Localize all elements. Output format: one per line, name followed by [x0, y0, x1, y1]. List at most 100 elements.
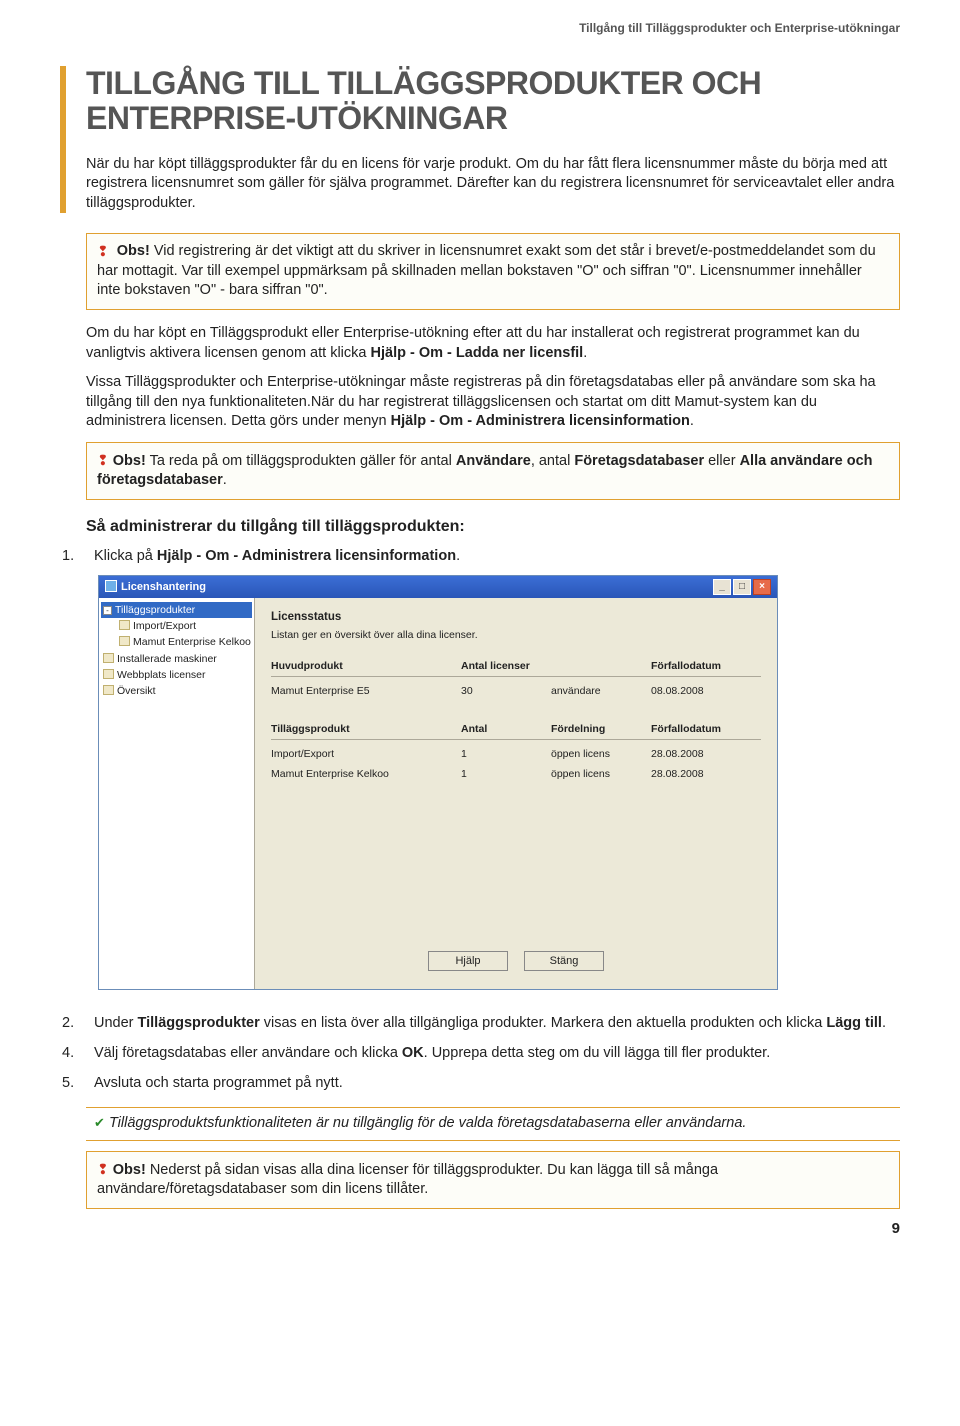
step-1: 1. Klicka på Hjälp - Om - Administrera l…	[60, 547, 900, 1004]
page-title: TILLGÅNG TILL TILLÄGGSPRODUKTER OCH ENTE…	[86, 66, 900, 136]
cell: öppen licens	[551, 767, 651, 781]
step-2: 2. Under Tilläggsprodukter visas en list…	[60, 1014, 900, 1034]
doc-icon	[103, 653, 114, 663]
cell: användare	[551, 684, 651, 698]
obs-callout-2: ❢ Obs! Ta reda på om tilläggsprodukten g…	[86, 442, 900, 500]
cell: 28.08.2008	[651, 747, 761, 761]
intro-paragraph: När du har köpt tilläggsprodukter får du…	[86, 155, 900, 214]
paragraph-3: Vissa Tilläggsprodukter och Enterprise-u…	[86, 373, 900, 432]
tree-item[interactable]: Översikt	[101, 683, 252, 699]
cell: Import/Export	[271, 747, 461, 761]
app-icon	[105, 580, 117, 592]
tree-label: Installerade maskiner	[117, 653, 217, 665]
text: eller	[704, 453, 739, 469]
tree-label: Mamut Enterprise Kelkoo	[133, 636, 251, 648]
close-button[interactable]: ×	[753, 579, 771, 595]
paragraph-2: Om du har köpt en Tilläggsprodukt eller …	[86, 324, 900, 363]
success-text: Tilläggsproduktsfunktionaliteten är nu t…	[109, 1115, 746, 1131]
col-header: Förfallodatum	[651, 659, 761, 673]
text: . Upprepa detta steg om du vill lägga ti…	[424, 1045, 771, 1061]
obs-callout-1: ❢ Obs! Vid registrering är det viktigt a…	[86, 233, 900, 310]
check-icon: ✔	[94, 1115, 105, 1130]
col-header: Fördelning	[551, 722, 651, 736]
step-4: 4. Välj företagsdatabas eller användare …	[60, 1044, 900, 1064]
title-block: TILLGÅNG TILL TILLÄGGSPRODUKTER OCH ENTE…	[60, 66, 900, 213]
col-header	[551, 659, 651, 673]
window-title: Licenshantering	[121, 581, 206, 593]
doc-icon	[119, 636, 130, 646]
table2-header: Tilläggsprodukt Antal Fördelning Förfall…	[271, 719, 761, 740]
cell: Mamut Enterprise Kelkoo	[271, 767, 461, 781]
text: .	[583, 345, 587, 361]
col-header: Antal licenser	[461, 659, 551, 673]
cell: 28.08.2008	[651, 767, 761, 781]
text: Klicka på	[94, 548, 157, 564]
tree-label: Import/Export	[133, 620, 196, 632]
tree-label: Översikt	[117, 685, 156, 697]
steps-heading: Så administrerar du tillgång till tilläg…	[86, 516, 900, 538]
cell: 30	[461, 684, 551, 698]
content-desc: Listan ger en översikt över alla dina li…	[271, 628, 761, 642]
window-titlebar: Licenshantering _ □ ×	[99, 576, 777, 598]
tree-item[interactable]: Mamut Enterprise Kelkoo	[101, 634, 252, 650]
tree-label: Tilläggsprodukter	[115, 604, 195, 616]
doc-icon	[119, 620, 130, 630]
content-pane: Licensstatus Listan ger en översikt över…	[255, 598, 777, 989]
tree-item[interactable]: Installerade maskiner	[101, 651, 252, 667]
tree-item[interactable]: Import/Export	[101, 618, 252, 634]
col-header: Huvudprodukt	[271, 659, 461, 673]
obs-text: Nederst på sidan visas alla dina license…	[97, 1162, 718, 1198]
text: .	[223, 472, 227, 488]
col-header: Antal	[461, 722, 551, 736]
cell: 1	[461, 767, 551, 781]
pin-icon: ❢	[97, 242, 109, 261]
table1-row: Mamut Enterprise E5 30 användare 08.08.2…	[271, 681, 761, 701]
obs-callout-3: ❢ Obs! Nederst på sidan visas alla dina …	[86, 1151, 900, 1209]
tree-item[interactable]: Webbplats licenser	[101, 667, 252, 683]
table1-header: Huvudprodukt Antal licenser Förfallodatu…	[271, 656, 761, 677]
text: Under	[94, 1015, 138, 1031]
cell: 08.08.2008	[651, 684, 761, 698]
button-row: Hjälp Stäng	[271, 945, 761, 982]
obs-label: Obs!	[117, 243, 150, 259]
text: , antal	[531, 453, 575, 469]
pin-icon: ❢	[97, 452, 109, 468]
obs-label: Obs!	[113, 453, 146, 469]
doc-icon	[103, 685, 114, 695]
menu-path: Hjälp - Om - Ladda ner licensfil	[371, 345, 584, 361]
obs-label: Obs!	[113, 1162, 146, 1178]
step-number: 5.	[60, 1074, 94, 1094]
button-name: OK	[402, 1045, 424, 1061]
cell: öppen licens	[551, 747, 651, 761]
term: Tilläggsprodukter	[138, 1015, 260, 1031]
text: Välj företagsdatabas eller användare och…	[94, 1045, 402, 1061]
tree-root[interactable]: -Tilläggsprodukter	[101, 602, 252, 618]
text: Ta reda på om tilläggsprodukten gäller f…	[146, 453, 456, 469]
doc-icon	[103, 669, 114, 679]
text: visas en lista över alla tillgängliga pr…	[260, 1015, 827, 1031]
col-header: Förfallodatum	[651, 722, 761, 736]
step-number: 1.	[60, 547, 94, 1004]
help-button[interactable]: Hjälp	[428, 951, 508, 972]
table2-row: Mamut Enterprise Kelkoo 1 öppen licens 2…	[271, 764, 761, 784]
step-number: 4.	[60, 1044, 94, 1064]
cell: Mamut Enterprise E5	[271, 684, 461, 698]
license-window: Licenshantering _ □ × -Tilläggsprodukter…	[98, 575, 778, 990]
tree-nav[interactable]: -Tilläggsprodukter Import/Export Mamut E…	[99, 598, 255, 989]
text: .	[882, 1015, 886, 1031]
content-heading: Licensstatus	[271, 610, 761, 626]
maximize-button[interactable]: □	[733, 579, 751, 595]
text: .	[690, 413, 694, 429]
collapse-icon[interactable]: -	[103, 606, 112, 615]
tree-label: Webbplats licenser	[117, 669, 206, 681]
table2-row: Import/Export 1 öppen licens 28.08.2008	[271, 744, 761, 764]
pin-icon: ❢	[97, 1161, 109, 1177]
text: .	[456, 548, 460, 564]
close-dialog-button[interactable]: Stäng	[524, 951, 604, 972]
step-number: 2.	[60, 1014, 94, 1034]
minimize-button[interactable]: _	[713, 579, 731, 595]
success-note: ✔ Tilläggsproduktsfunktionaliteten är nu…	[86, 1107, 900, 1141]
page-number: 9	[60, 1219, 900, 1239]
term: Företagsdatabaser	[574, 453, 704, 469]
step-5: 5. Avsluta och starta programmet på nytt…	[60, 1074, 900, 1094]
